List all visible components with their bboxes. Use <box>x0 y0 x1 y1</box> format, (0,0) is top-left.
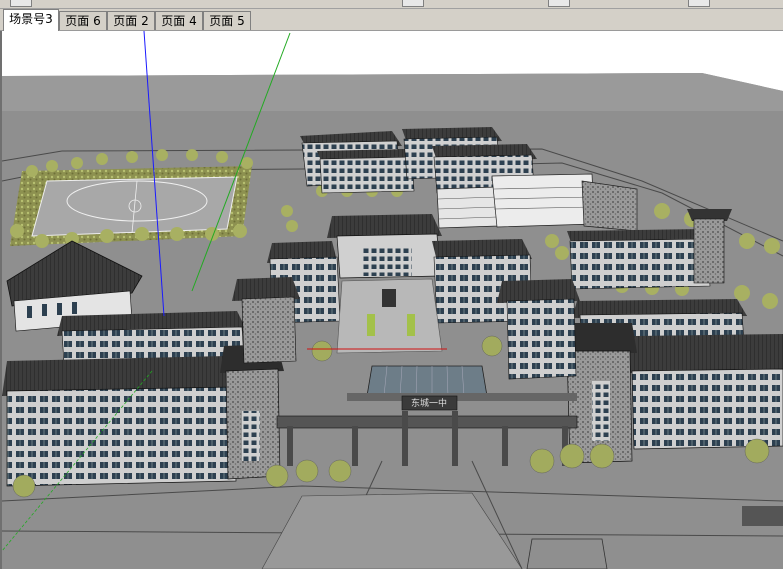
tab-page-6[interactable]: 页面 6 <box>59 11 107 30</box>
tab-page-4[interactable]: 页面 4 <box>155 11 203 30</box>
toolbar-button[interactable] <box>10 0 32 7</box>
tab-scene-3[interactable]: 场景号3 <box>3 9 59 31</box>
toolbar-button[interactable] <box>548 0 570 7</box>
model-viewport[interactable]: 东城一中 <box>0 31 783 569</box>
rear-dormitory-left <box>300 131 415 194</box>
toolbar-button[interactable] <box>688 0 710 7</box>
toolbar-button[interactable] <box>402 0 424 7</box>
toolbar-strip <box>0 0 783 9</box>
campus-model: 东城一中 <box>2 31 783 569</box>
tab-page-5[interactable]: 页面 5 <box>203 11 251 30</box>
tab-page-2[interactable]: 页面 2 <box>107 11 155 30</box>
gate-sign: 东城一中 <box>411 397 447 409</box>
scene-tab-bar: 场景号3 页面 6 页面 2 页面 4 页面 5 <box>0 9 783 31</box>
